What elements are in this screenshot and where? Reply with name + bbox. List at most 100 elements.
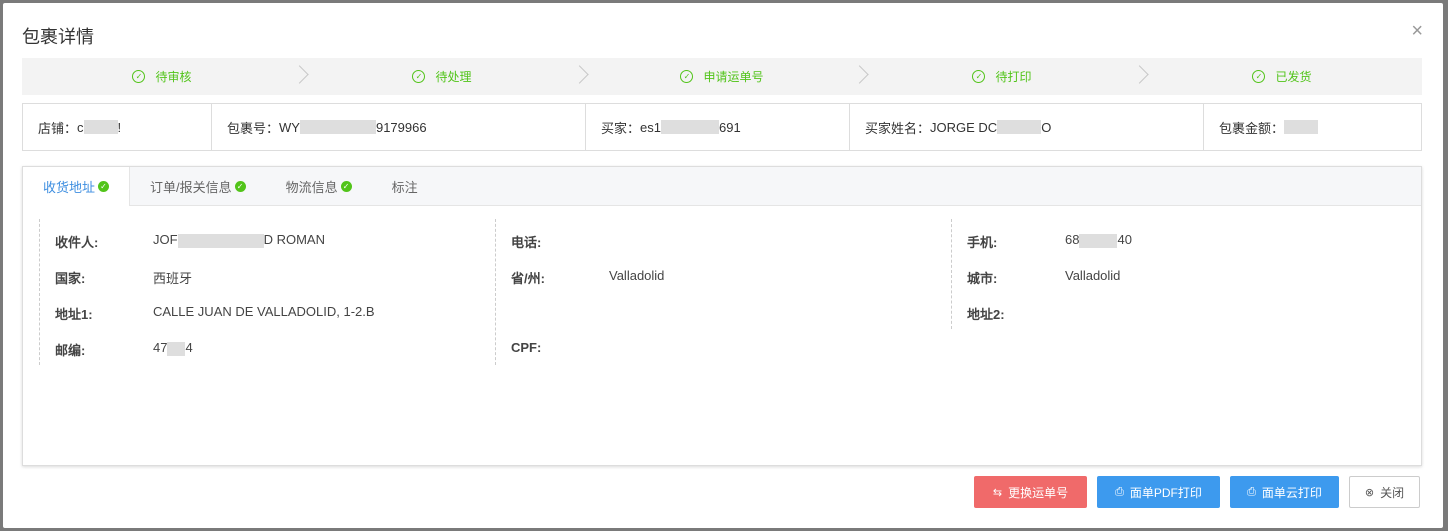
tab-order-customs[interactable]: 订单/报关信息 ✓	[130, 167, 266, 205]
package-info-bar: 店铺： c ! 包裹号： WY 9179966 买家： es1 691 买家姓名…	[22, 103, 1422, 151]
step-pending-review: ✓ 待审核	[22, 58, 309, 95]
country-row: 国家: 西班牙	[55, 268, 192, 287]
package-no-cell: 包裹号： WY 9179966	[212, 104, 586, 150]
pdf-print-label: 面单PDF打印	[1129, 485, 1202, 500]
buyer-name-suffix: O	[1041, 119, 1052, 135]
step-pending-print: ✓ 待打印	[862, 58, 1149, 95]
check-circle-icon: ✓	[132, 70, 146, 83]
package-no-label: 包裹号：	[227, 120, 280, 136]
address-column-1: 收件人: JOF D ROMAN 国家: 西班牙 地址1: CALLE JUAN …	[39, 219, 496, 365]
step-label: 申请运单号	[703, 70, 764, 84]
pdf-print-button[interactable]: ⎙ 面单PDF打印	[1097, 476, 1220, 508]
close-label: 关闭	[1380, 485, 1405, 500]
step-apply-tracking: ✓ 申请运单号	[582, 58, 869, 95]
dialog-title: 包裹详情	[22, 27, 94, 47]
cpf-label: CPF:	[511, 340, 542, 355]
mobile-row: 手机: 68 40	[967, 232, 1132, 251]
swap-icon: ⇆	[992, 486, 1003, 499]
check-circle-filled-icon: ✓	[234, 180, 246, 192]
step-label: 已发货	[1275, 70, 1312, 84]
step-pending-process: ✓ 待处理	[302, 58, 589, 95]
check-circle-icon: ✓	[972, 70, 986, 83]
province-row: 省/州: Valladolid	[511, 268, 664, 287]
buyer-suffix: 691	[718, 119, 741, 135]
check-circle-icon: ✓	[412, 70, 426, 83]
step-label: 待审核	[155, 70, 192, 84]
phone-label: 电话:	[511, 235, 542, 250]
postcode-label: 邮编:	[55, 343, 86, 358]
amount-label: 包裹金额：	[1219, 120, 1285, 136]
shop-cell: 店铺： c !	[23, 104, 212, 150]
status-steps: ✓ 待审核 ✓ 待处理 ✓ 申请运单号 ✓ 待打印 ✓ 已发货	[22, 58, 1422, 95]
redacted-mask	[1079, 233, 1118, 248]
redacted-mask	[997, 120, 1042, 134]
recipient-value: JOF D ROMAN	[153, 232, 325, 251]
buyer-name-cell: 买家姓名： JORGE DC O	[850, 104, 1204, 150]
buyer-name-label: 买家姓名：	[865, 120, 931, 136]
buyer-prefix: es1	[640, 119, 661, 135]
check-circle-filled-icon: ✓	[98, 181, 110, 192]
redacted-mask	[660, 120, 719, 134]
city-label: 城市:	[967, 271, 998, 286]
province-label: 省/州:	[511, 271, 545, 286]
cloud-print-label: 面单云打印	[1261, 485, 1322, 500]
close-button[interactable]: ⊗ 关闭	[1349, 476, 1420, 508]
detail-panel: 收货地址 ✓ 订单/报关信息 ✓ 物流信息 ✓ 标注 收件人: JOF D RO…	[22, 166, 1422, 466]
tab-label: 订单/报关信息	[150, 179, 232, 195]
step-label: 待处理	[435, 70, 472, 84]
redacted-mask	[167, 341, 186, 356]
tab-notes[interactable]: 标注	[372, 167, 438, 205]
check-circle-icon: ✓	[1252, 70, 1266, 83]
package-no-prefix: WY	[279, 119, 300, 135]
mobile-value: 68 40	[1065, 232, 1132, 251]
recipient-label: 收件人:	[55, 235, 99, 250]
mobile-label: 手机:	[967, 235, 998, 250]
step-shipped: ✓ 已发货	[1142, 58, 1422, 95]
redacted-mask	[299, 120, 376, 134]
mobile-prefix: 68	[1065, 232, 1080, 247]
printer-icon: ⎙	[1247, 485, 1256, 498]
address2-row: 地址2:	[967, 304, 1065, 323]
recipient-suffix: D ROMAN	[263, 232, 325, 247]
address2-label: 地址2:	[967, 307, 1005, 322]
close-circle-icon: ⊗	[1364, 486, 1375, 499]
recipient-row: 收件人: JOF D ROMAN	[55, 232, 325, 251]
address-column-2: 电话: 省/州: Valladolid CPF:	[495, 219, 952, 365]
country-value: 西班牙	[153, 271, 193, 286]
postcode-suffix: 4	[185, 340, 193, 355]
amount-cell: 包裹金额：	[1204, 104, 1421, 150]
tab-label: 物流信息	[285, 179, 338, 195]
redacted-mask	[177, 233, 264, 248]
tab-label: 收货地址	[43, 180, 96, 195]
city-row: 城市: Valladolid	[967, 268, 1120, 287]
postcode-prefix: 47	[153, 340, 168, 355]
phone-row: 电话:	[511, 232, 609, 251]
close-icon[interactable]: ×	[1411, 21, 1423, 41]
address1-value: CALLE JUAN DE VALLADOLID, 1-2.B	[153, 304, 375, 319]
redacted-mask	[1284, 120, 1319, 134]
shop-value-suffix: !	[117, 119, 122, 135]
change-tracking-button[interactable]: ⇆ 更换运单号	[974, 476, 1087, 508]
recipient-prefix: JOF	[153, 232, 178, 247]
package-detail-dialog: 包裹详情 × ✓ 待审核 ✓ 待处理 ✓ 申请运单号 ✓ 待打印 ✓ 已发货 店…	[3, 3, 1443, 528]
tab-shipping-address[interactable]: 收货地址 ✓	[23, 167, 131, 206]
buyer-name-prefix: JORGE DC	[930, 119, 998, 135]
buyer-label: 买家：	[601, 120, 641, 136]
province-value: Valladolid	[609, 268, 665, 283]
change-tracking-label: 更换运单号	[1008, 485, 1069, 500]
printer-icon: ⎙	[1115, 485, 1124, 498]
postcode-value: 47 4	[153, 340, 193, 359]
postcode-row: 邮编: 47 4	[55, 340, 193, 359]
address1-label: 地址1:	[55, 307, 93, 322]
tab-label: 标注	[391, 179, 418, 195]
cpf-row: CPF:	[511, 340, 609, 355]
country-label: 国家:	[55, 271, 86, 286]
address-column-3: 手机: 68 40 城市: Valladolid 地址2:	[951, 219, 1408, 329]
check-circle-icon: ✓	[680, 70, 694, 83]
mobile-suffix: 40	[1117, 232, 1132, 247]
shop-label: 店铺：	[38, 120, 78, 136]
city-value: Valladolid	[1065, 268, 1121, 283]
cloud-print-button[interactable]: ⎙ 面单云打印	[1230, 476, 1339, 508]
address1-row: 地址1: CALLE JUAN DE VALLADOLID, 1-2.B	[55, 304, 375, 323]
tab-logistics[interactable]: 物流信息 ✓	[266, 167, 372, 205]
